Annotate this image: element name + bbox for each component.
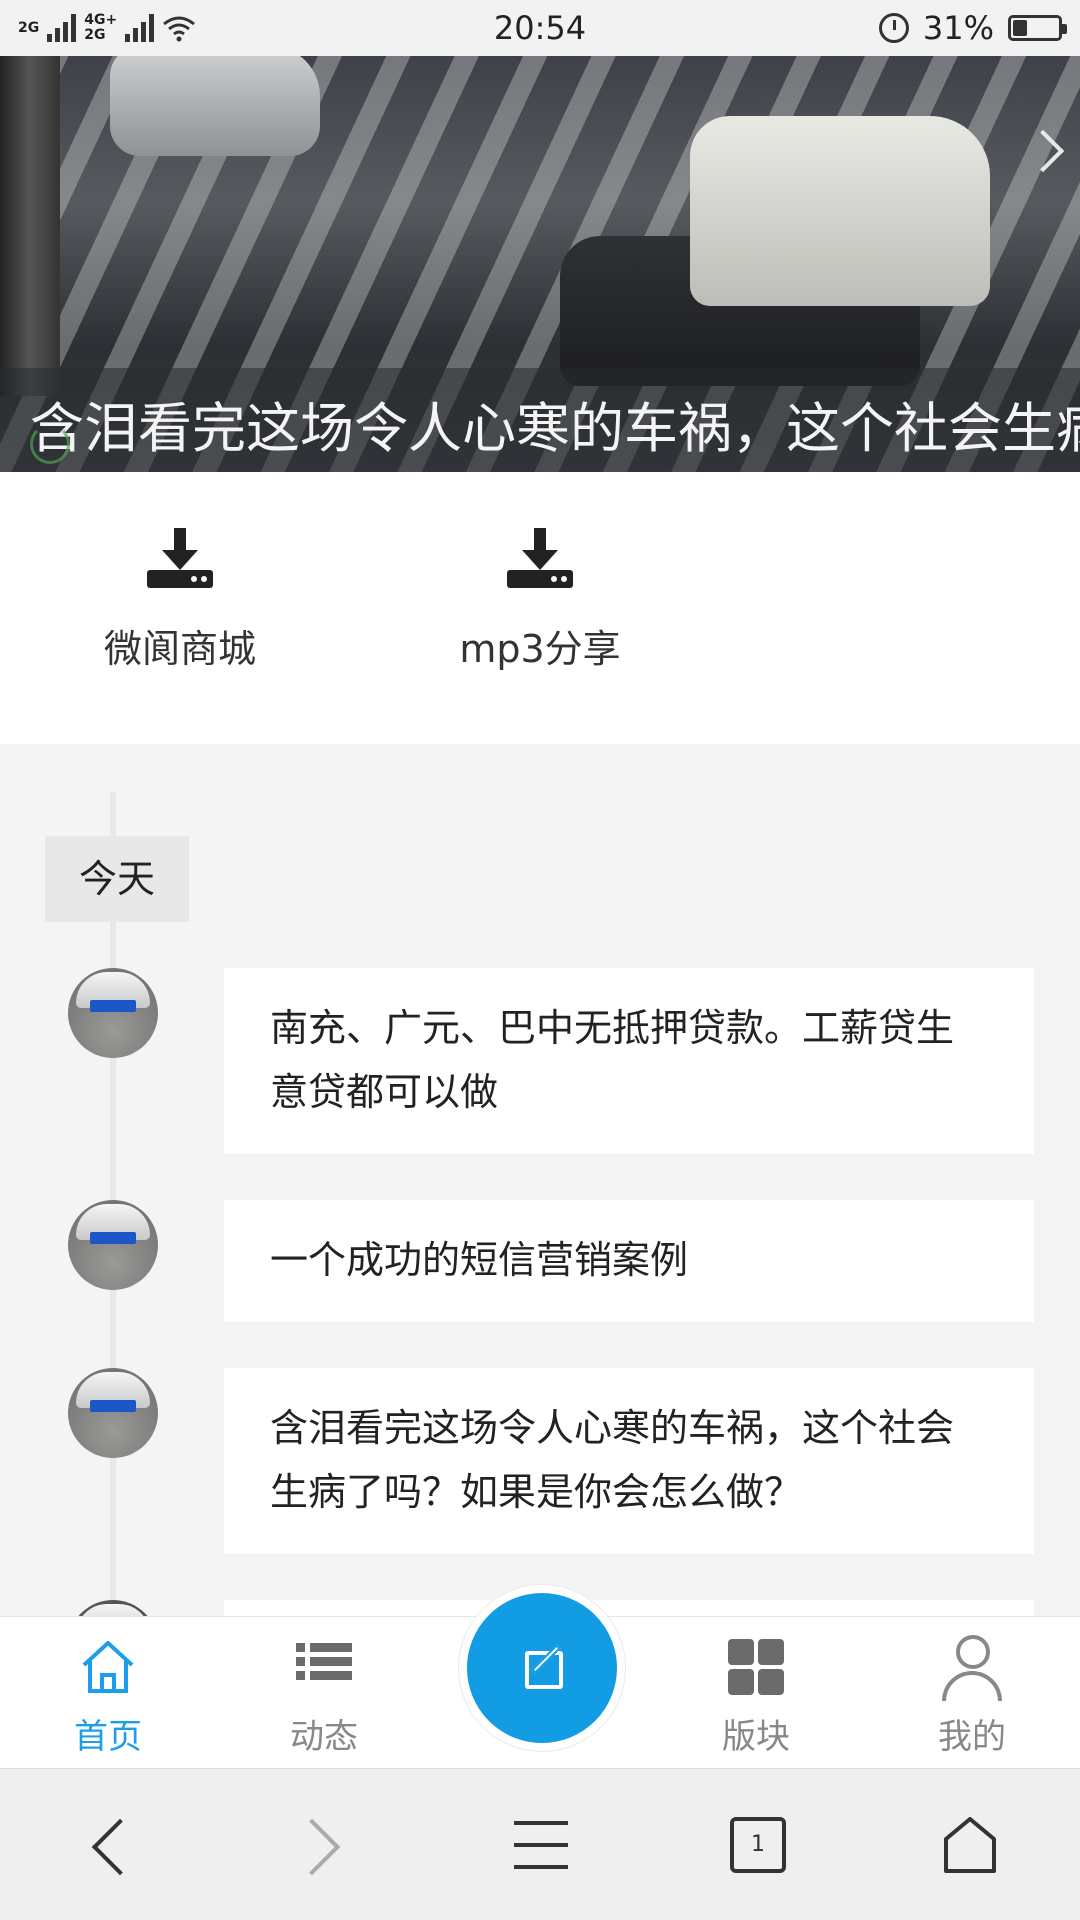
tab-home[interactable]: 首页 [28,1635,188,1758]
forward-icon [283,1818,341,1876]
bottom-tab-bar: 首页 动态 版块 我的 [0,1585,1080,1768]
menu-button[interactable] [500,1807,580,1887]
banner-carousel[interactable]: 含泪看完这场令人心寒的车祸，这个社会生病了吗？如果是你会怎么做？ [0,56,1080,472]
tabs-icon: 1 [730,1817,786,1873]
day-label: 今天 [45,836,189,922]
quick-link-mall[interactable]: 微阆商城 [70,528,290,673]
tab-label: 首页 [74,1717,142,1757]
wifi-icon [163,16,196,42]
grid-icon [724,1635,788,1695]
banner-caption[interactable]: 含泪看完这场令人心寒的车祸，这个社会生病了吗？如果是你会怎么做？ [0,368,1080,472]
tab-feed[interactable]: 动态 [244,1635,404,1758]
home-icon [944,1817,996,1873]
avatar[interactable] [68,1200,158,1290]
avatar[interactable] [68,1600,158,1616]
quick-link-label: mp3分享 [459,627,621,671]
banner-progress-icon [30,424,70,464]
user-icon [940,1635,1004,1701]
post-card[interactable]: 南充、广元、巴中无抵押贷款。工薪贷生意贷都可以做 [224,968,1034,1154]
list-icon [292,1635,356,1695]
alarm-icon [878,13,909,43]
banner-pole [0,56,60,396]
chevron-right-icon[interactable] [1021,129,1065,173]
browser-nav-bar: 1 [0,1768,1080,1920]
timeline: 今天 南充、广元、巴中无抵押贷款。工薪贷生意贷都可以做 一个成功的短信营销案例 … [0,744,1080,1616]
tab-label: 版块 [722,1717,790,1757]
tab-boards[interactable]: 版块 [676,1635,836,1758]
status-bar: 2G 4G+ 2G 20:54 31% [0,0,1080,56]
network-1: 2G [18,19,40,36]
post-card[interactable] [224,1600,1034,1616]
compose-button[interactable] [459,1585,625,1751]
signal-icon [47,14,77,42]
banner-car [110,56,320,156]
quick-links: 微阆商城 mp3分享 [0,472,1080,744]
avatar[interactable] [68,968,158,1058]
tabs-button[interactable]: 1 [716,1807,796,1887]
download-icon [147,528,213,588]
back-icon [91,1818,149,1876]
battery-icon [1008,15,1067,41]
download-icon [507,528,573,588]
battery-fill [1013,20,1027,36]
tab-label: 动态 [290,1717,358,1757]
avatar[interactable] [68,1368,158,1458]
banner-car [690,116,990,306]
quick-link-mp3[interactable]: mp3分享 [430,528,650,673]
tab-label: 我的 [938,1717,1006,1757]
tab-profile[interactable]: 我的 [892,1635,1052,1758]
forward-button[interactable] [282,1807,362,1887]
signal-icon [125,14,155,42]
network-2: 4G+ 2G [84,12,118,43]
quick-link-label: 微阆商城 [103,627,256,671]
status-left: 2G 4G+ 2G [18,13,196,43]
post-card[interactable]: 含泪看完这场令人心寒的车祸，这个社会生病了吗？如果是你会怎么做？ [224,1368,1034,1554]
browser-home-button[interactable] [934,1807,1014,1887]
home-icon [76,1635,140,1695]
status-right: 31% [878,9,1067,47]
back-button[interactable] [70,1807,150,1887]
post-card[interactable]: 一个成功的短信营销案例 [224,1200,1034,1322]
battery-percent: 31% [922,9,994,47]
